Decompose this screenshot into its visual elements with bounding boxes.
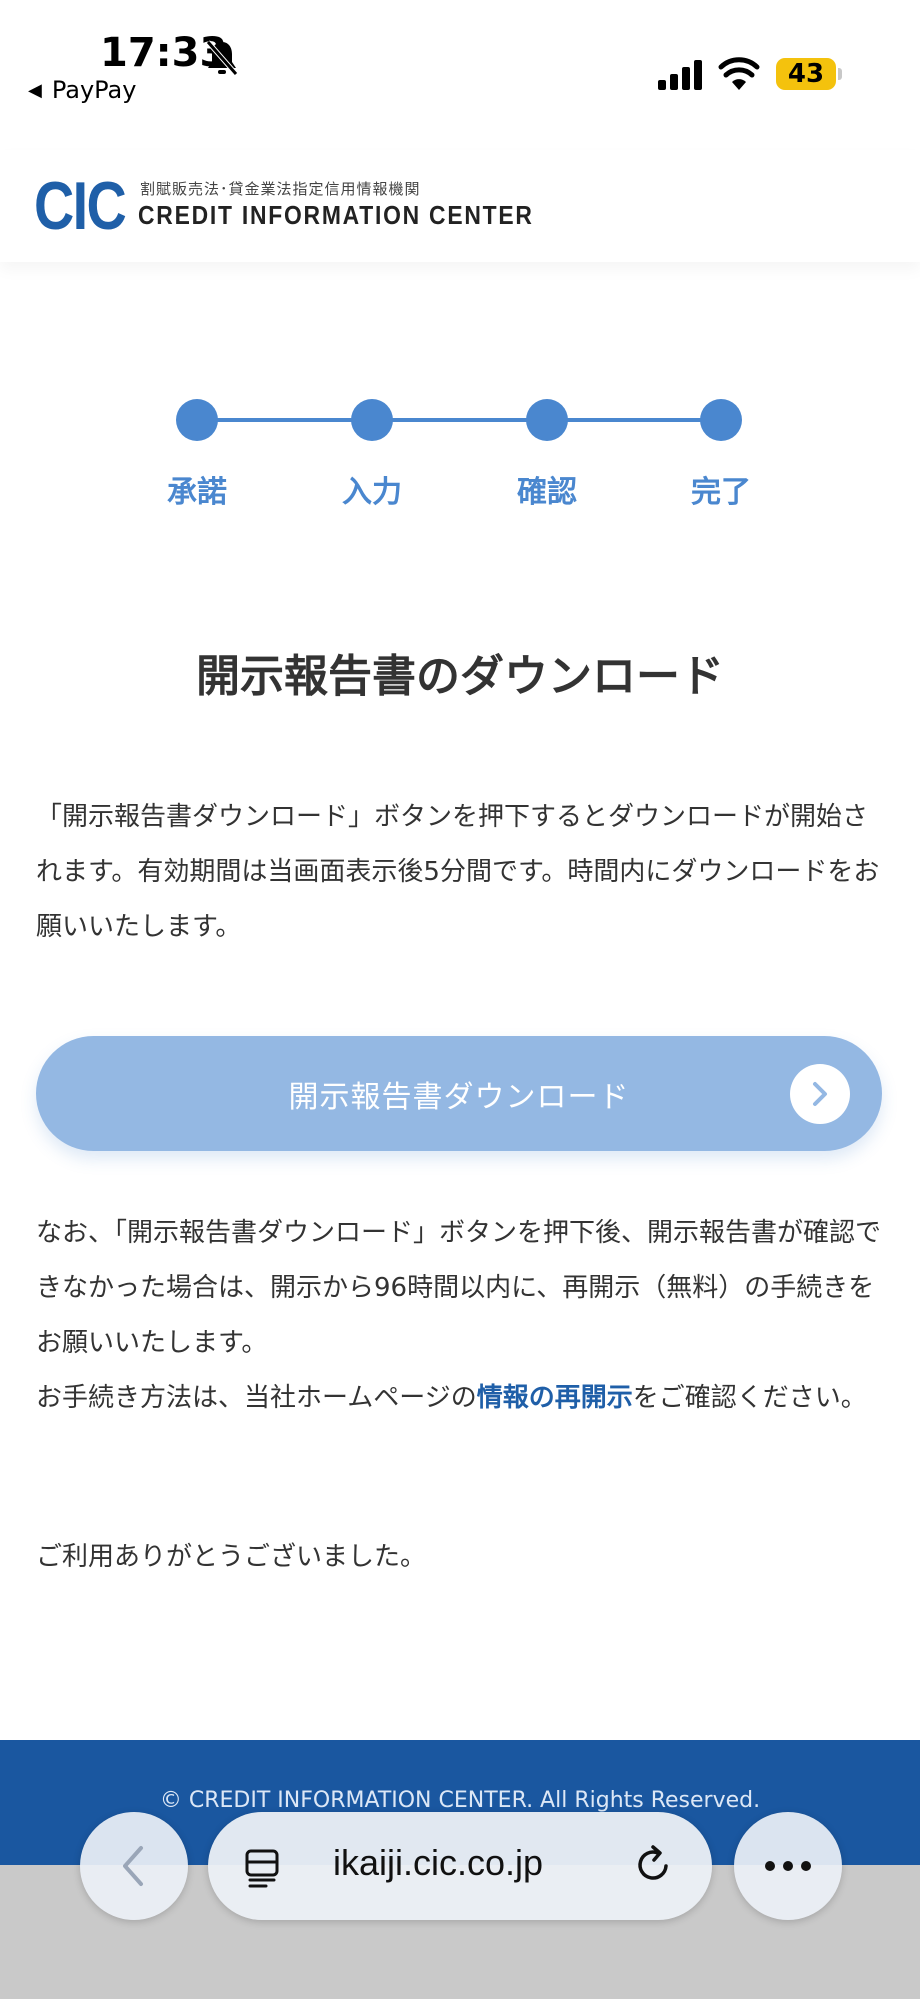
download-button-label: 開示報告書ダウンロード	[288, 1079, 630, 1115]
step-label: 確認	[517, 475, 577, 510]
intro-text: 「開示報告書ダウンロード」ボタンを押下するとダウンロードが開始されます。有効期間…	[36, 802, 880, 942]
step-input: 入力	[312, 395, 432, 511]
page-title: 開示報告書のダウンロード	[196, 651, 724, 702]
battery-indicator: 43	[776, 58, 836, 90]
step-label: 承諾	[167, 475, 227, 510]
thanks-text: ご利用ありがとうございました。	[36, 1542, 427, 1572]
reload-icon[interactable]	[632, 1844, 674, 1886]
chevron-right-icon	[790, 1064, 850, 1124]
progress-steps: 承諾 入力 確認 完了	[0, 395, 920, 510]
copyright-text: © CREDIT INFORMATION CENTER. All Rights …	[159, 1788, 761, 1813]
step-complete: 完了	[661, 395, 781, 511]
browser-back-button[interactable]	[80, 1812, 188, 1920]
step-confirm: 確認	[487, 395, 607, 511]
step-dot	[700, 399, 742, 441]
reissue-info-link[interactable]: 情報の再開示	[477, 1383, 633, 1413]
note-procedure-before: お手続き方法は、当社ホームページの	[36, 1383, 477, 1413]
cellular-signal-icon	[658, 60, 702, 90]
logo-subtitle: 割賦販売法･貸金業法指定信用情報機関	[140, 180, 421, 198]
step-dot	[176, 399, 218, 441]
more-dots-icon	[765, 1861, 811, 1871]
step-label: 完了	[691, 475, 751, 510]
wifi-icon	[718, 57, 760, 90]
note-resend: なお、「開示報告書ダウンロード」ボタンを押下後、開示報告書が確認できなかった場合…	[36, 1218, 882, 1358]
progress-line	[196, 418, 720, 422]
site-header: CIC 割賦販売法･貸金業法指定信用情報機関 CREDIT INFORMATIO…	[0, 150, 920, 262]
chevron-left-icon	[123, 1846, 143, 1886]
note-procedure: お手続き方法は、当社ホームページの情報の再開示をご確認ください。	[36, 1371, 886, 1426]
step-dot	[351, 399, 393, 441]
notes-text: なお、「開示報告書ダウンロード」ボタンを押下後、開示報告書が確認できなかった場合…	[36, 1206, 886, 1426]
status-bar: 17:33 ◀ PayPay 43	[0, 0, 920, 120]
address-bar[interactable]: ikaiji.cic.co.jp	[208, 1812, 712, 1920]
back-app-label: PayPay	[51, 76, 137, 104]
page-menu-icon[interactable]	[244, 1848, 280, 1888]
cic-logo[interactable]: CIC	[34, 172, 127, 240]
step-dot	[526, 399, 568, 441]
browser-more-button[interactable]	[734, 1812, 842, 1920]
back-triangle-icon: ◀	[28, 79, 42, 101]
step-consent: 承諾	[137, 395, 257, 511]
logo-title: CREDIT INFORMATION CENTER	[138, 200, 534, 230]
note-procedure-after: をご確認ください。	[632, 1383, 867, 1413]
step-label: 入力	[342, 475, 402, 510]
back-to-app-link[interactable]: ◀ PayPay	[28, 76, 136, 104]
bell-muted-icon	[206, 40, 238, 76]
url-text: ikaiji.cic.co.jp	[332, 1842, 544, 1883]
download-report-button[interactable]: 開示報告書ダウンロード	[36, 1036, 882, 1151]
battery-cap	[838, 68, 842, 80]
